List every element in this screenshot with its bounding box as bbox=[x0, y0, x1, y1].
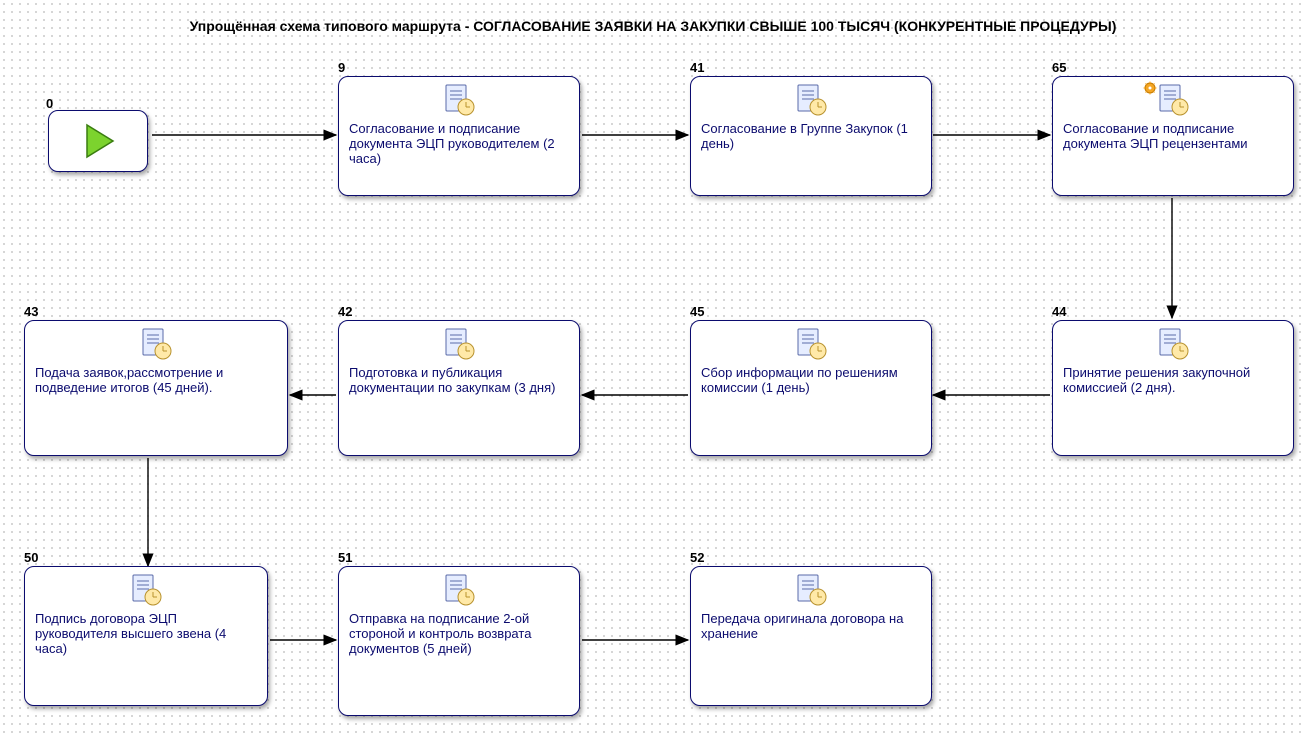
diagram-title: Упрощённая схема типового маршрута - СОГ… bbox=[0, 18, 1306, 34]
node-id-43: 43 bbox=[24, 304, 38, 319]
document-clock-icon bbox=[1156, 83, 1190, 117]
node-42[interactable]: Подготовка и публикация документации по … bbox=[338, 320, 580, 456]
node-id-9: 9 bbox=[338, 60, 345, 75]
node-text: Подготовка и публикация документации по … bbox=[349, 365, 569, 395]
node-text: Согласование в Группе Закупок (1 день) bbox=[701, 121, 921, 151]
node-65[interactable]: Согласование и подписание документа ЭЦП … bbox=[1052, 76, 1294, 196]
node-id-42: 42 bbox=[338, 304, 352, 319]
node-id-51: 51 bbox=[338, 550, 352, 565]
node-id-45: 45 bbox=[690, 304, 704, 319]
node-id-52: 52 bbox=[690, 550, 704, 565]
node-text: Сбор информации по решениям комиссии (1 … bbox=[701, 365, 921, 395]
node-52[interactable]: Передача оригинала договора на хранение bbox=[690, 566, 932, 706]
play-icon bbox=[77, 120, 119, 162]
start-node[interactable] bbox=[48, 110, 148, 172]
document-clock-icon bbox=[139, 327, 173, 361]
node-text: Принятие решения закупочной комиссией (2… bbox=[1063, 365, 1283, 395]
document-clock-icon bbox=[442, 573, 476, 607]
node-id-65: 65 bbox=[1052, 60, 1066, 75]
document-clock-icon bbox=[1156, 327, 1190, 361]
document-clock-icon bbox=[794, 573, 828, 607]
node-50[interactable]: Подпись договора ЭЦП руководителя высшег… bbox=[24, 566, 268, 706]
node-43[interactable]: Подача заявок,рассмотрение и подведение … bbox=[24, 320, 288, 456]
node-51[interactable]: Отправка на подписание 2-ой стороной и к… bbox=[338, 566, 580, 716]
node-text: Согласование и подписание документа ЭЦП … bbox=[349, 121, 569, 166]
node-id-44: 44 bbox=[1052, 304, 1066, 319]
document-clock-icon bbox=[794, 327, 828, 361]
node-id-start: 0 bbox=[46, 96, 53, 111]
document-clock-icon bbox=[794, 83, 828, 117]
gear-icon bbox=[1143, 81, 1157, 95]
node-text: Подача заявок,рассмотрение и подведение … bbox=[35, 365, 277, 395]
document-clock-icon bbox=[442, 327, 476, 361]
node-41[interactable]: Согласование в Группе Закупок (1 день) bbox=[690, 76, 932, 196]
document-clock-icon bbox=[442, 83, 476, 117]
node-id-41: 41 bbox=[690, 60, 704, 75]
document-clock-icon bbox=[129, 573, 163, 607]
node-id-50: 50 bbox=[24, 550, 38, 565]
node-text: Подпись договора ЭЦП руководителя высшег… bbox=[35, 611, 257, 656]
node-44[interactable]: Принятие решения закупочной комиссией (2… bbox=[1052, 320, 1294, 456]
node-text: Отправка на подписание 2-ой стороной и к… bbox=[349, 611, 569, 656]
node-9[interactable]: Согласование и подписание документа ЭЦП … bbox=[338, 76, 580, 196]
node-text: Согласование и подписание документа ЭЦП … bbox=[1063, 121, 1283, 151]
node-text: Передача оригинала договора на хранение bbox=[701, 611, 921, 641]
node-45[interactable]: Сбор информации по решениям комиссии (1 … bbox=[690, 320, 932, 456]
